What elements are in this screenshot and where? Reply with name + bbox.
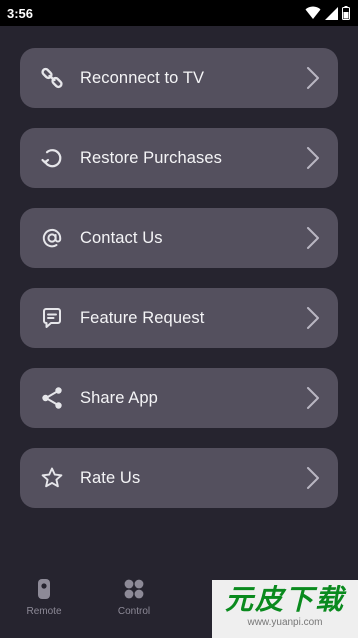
feature-request-button[interactable]: Feature Request <box>20 288 338 348</box>
link-icon <box>40 66 64 90</box>
chevron-right-icon <box>307 147 319 169</box>
rate-us-label: Rate Us <box>80 468 141 487</box>
chevron-right-icon <box>307 387 319 409</box>
tab-control[interactable]: Control <box>99 578 169 617</box>
wifi-icon <box>305 6 321 19</box>
tab-remote[interactable]: Remote <box>9 578 79 617</box>
reconnect-tv-label: Reconnect to TV <box>80 68 205 87</box>
chevron-right-icon <box>307 467 319 489</box>
chevron-right-icon <box>307 227 319 249</box>
watermark-title: 元皮下载 <box>224 584 345 615</box>
remote-icon <box>38 579 50 599</box>
star-icon <box>40 466 64 490</box>
share-app-button[interactable]: Share App <box>20 368 338 428</box>
contact-us-label: Contact Us <box>80 228 163 247</box>
battery-icon <box>342 6 350 20</box>
grid-icon <box>124 579 144 599</box>
tab-remote-label: Remote <box>26 606 62 617</box>
feature-request-label: Feature Request <box>80 308 205 327</box>
rate-us-button[interactable]: Rate Us <box>20 448 338 508</box>
chevron-right-icon <box>307 67 319 89</box>
message-icon <box>40 306 64 330</box>
chevron-right-icon <box>307 307 319 329</box>
status-icons <box>305 6 350 20</box>
restore-purchases-label: Restore Purchases <box>80 148 223 167</box>
share-app-label: Share App <box>80 388 158 407</box>
contact-us-button[interactable]: Contact Us <box>20 208 338 268</box>
reconnect-tv-button[interactable]: Reconnect to TV <box>20 48 338 108</box>
status-bar: 3:56 <box>0 0 358 26</box>
watermark-logo: 元皮下载 www.yuanpi.com <box>212 580 358 638</box>
settings-menu: Reconnect to TV Restore Purchases Contac… <box>20 48 338 528</box>
at-icon <box>40 226 64 250</box>
tab-control-label: Control <box>117 606 151 617</box>
status-time: 3:56 <box>7 5 34 21</box>
restore-purchases-button[interactable]: Restore Purchases <box>20 128 338 188</box>
restore-icon <box>40 146 64 170</box>
watermark-url: www.yuanpi.com <box>247 617 323 628</box>
signal-icon <box>325 6 338 20</box>
share-icon <box>40 386 64 410</box>
